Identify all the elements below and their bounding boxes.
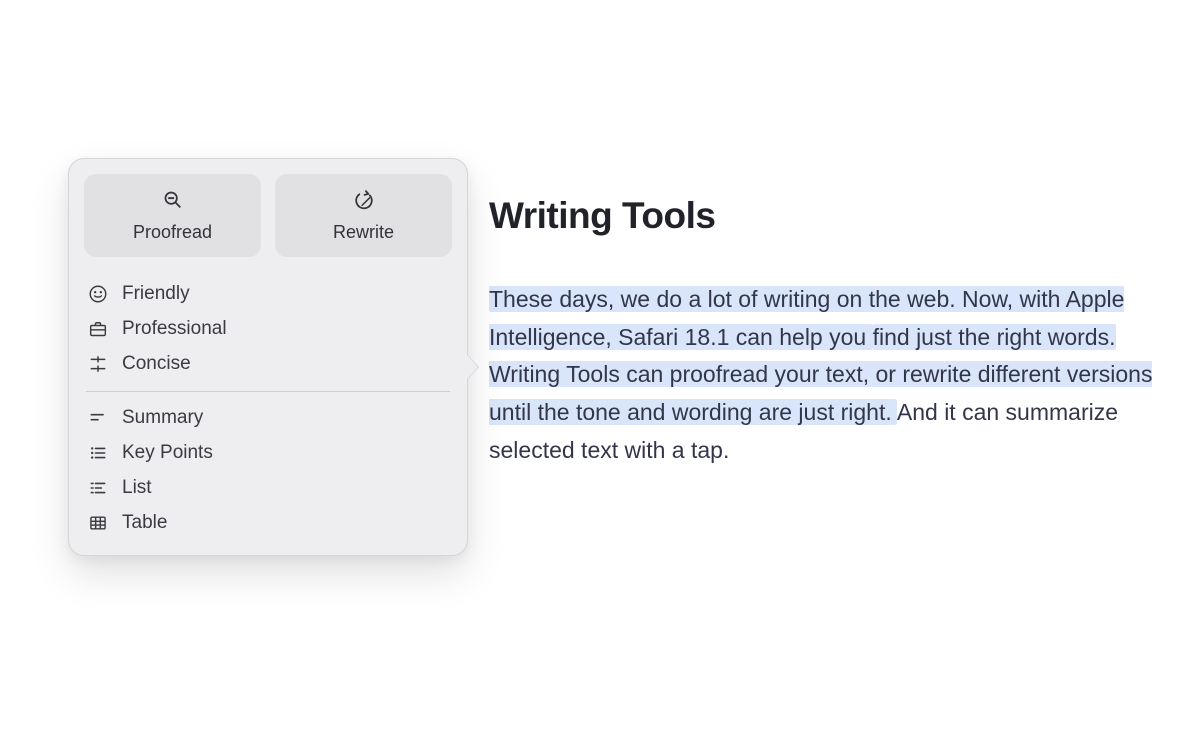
professional-label: Professional — [122, 318, 227, 340]
table-icon — [87, 512, 109, 534]
selected-text-part-2: find just the right words. — [873, 324, 1116, 350]
concise-label: Concise — [122, 353, 191, 375]
list-item[interactable]: List — [84, 471, 452, 506]
summary-icon — [87, 407, 109, 429]
concise-icon — [87, 353, 109, 375]
concise-item[interactable]: Concise — [84, 347, 452, 382]
proofread-icon — [162, 189, 184, 211]
summary-label: Summary — [122, 407, 203, 429]
summary-item[interactable]: Summary — [84, 401, 452, 436]
tone-section: Friendly Professional — [84, 277, 452, 382]
proofread-button[interactable]: Proofread — [84, 174, 261, 257]
menu-divider — [86, 391, 450, 392]
popover-caret — [467, 355, 478, 379]
keypoints-icon — [87, 442, 109, 464]
smile-icon — [87, 283, 109, 305]
transform-section: Summary Key Points — [84, 401, 452, 541]
list-label: List — [122, 477, 152, 499]
professional-item[interactable]: Professional — [84, 312, 452, 347]
primary-actions: Proofread Rewrite — [84, 174, 452, 257]
proofread-label: Proofread — [133, 222, 212, 243]
keypoints-item[interactable]: Key Points — [84, 436, 452, 471]
friendly-label: Friendly — [122, 283, 190, 305]
keypoints-label: Key Points — [122, 442, 213, 464]
rewrite-icon — [353, 189, 375, 211]
list-icon — [87, 477, 109, 499]
rewrite-button[interactable]: Rewrite — [275, 174, 452, 257]
briefcase-icon — [87, 318, 109, 340]
table-label: Table — [122, 512, 167, 534]
rewrite-label: Rewrite — [333, 222, 394, 243]
table-item[interactable]: Table — [84, 506, 452, 541]
content-area: Writing Tools These days, we do a lot of… — [489, 195, 1169, 470]
page-title: Writing Tools — [489, 195, 1169, 237]
friendly-item[interactable]: Friendly — [84, 277, 452, 312]
writing-tools-popover: Proofread Rewrite — [68, 158, 468, 556]
body-text[interactable]: These days, we do a lot of writing on th… — [489, 281, 1169, 470]
